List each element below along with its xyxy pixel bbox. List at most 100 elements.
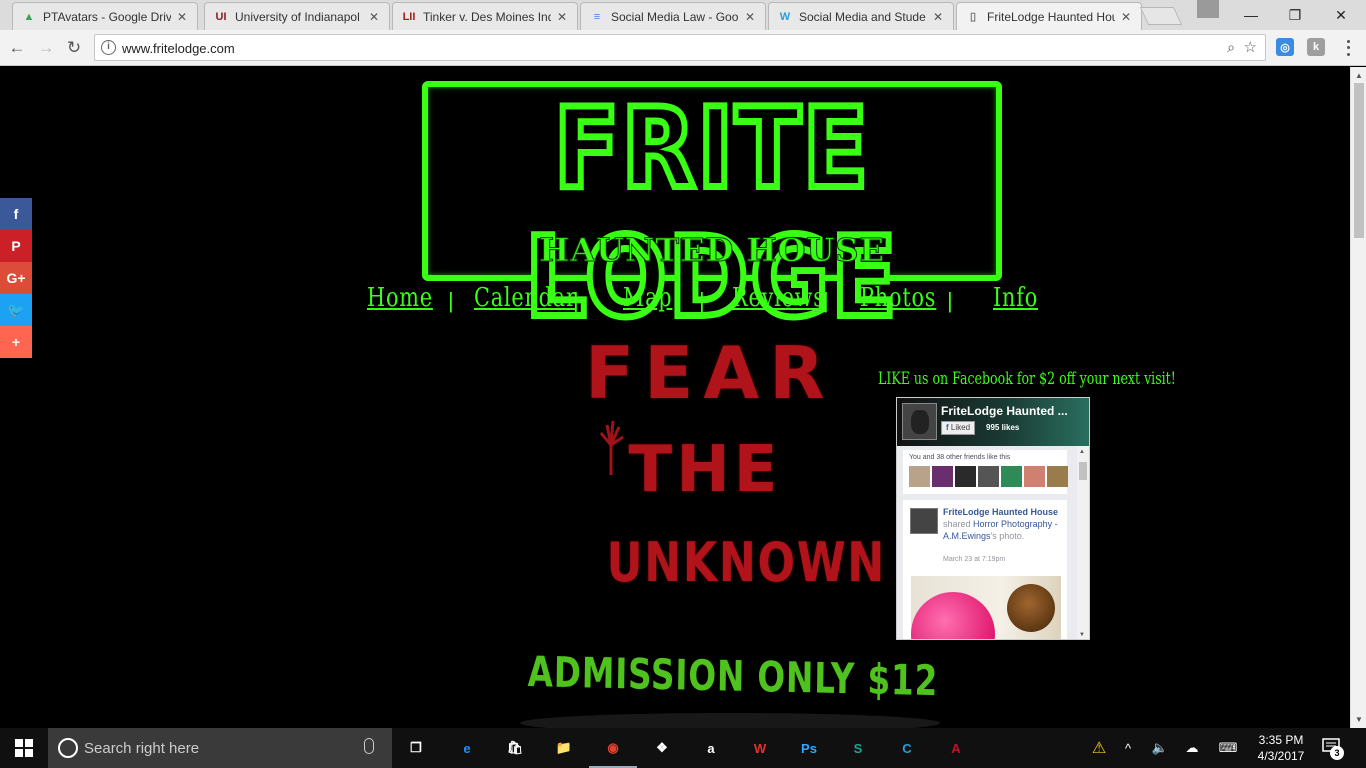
facebook-liked-button[interactable]: f Liked xyxy=(941,421,976,435)
browser-tab[interactable]: ▯ FriteLodge Haunted Hou ✕ xyxy=(956,2,1142,30)
friend-avatar[interactable] xyxy=(909,466,930,487)
facebook-page-name[interactable]: FriteLodge Haunted ... xyxy=(941,404,1081,418)
facebook-page-thumbnail[interactable] xyxy=(902,403,937,440)
volume-icon[interactable]: 🔈 xyxy=(1148,728,1172,768)
facebook-friends-box: You and 38 other friends like this xyxy=(903,450,1068,494)
facebook-post[interactable]: FriteLodge Haunted House shared Horror P… xyxy=(903,500,1067,639)
friend-avatar[interactable] xyxy=(1047,466,1068,487)
edge-icon[interactable]: e xyxy=(453,734,481,762)
pinterest-icon[interactable]: P xyxy=(0,230,32,262)
notification-count: 3 xyxy=(1330,746,1344,760)
scroll-up-arrow-icon[interactable]: ▲ xyxy=(1079,449,1085,455)
post-author[interactable]: FriteLodge Haunted House xyxy=(943,507,1058,517)
browser-tab[interactable]: LII Tinker v. Des Moines Ind ✕ xyxy=(392,2,578,30)
post-date[interactable]: March 23 at 7:19pm xyxy=(943,556,1005,563)
browser-tab[interactable]: ≡ Social Media Law - Goo ✕ xyxy=(580,2,766,30)
twitter-icon[interactable]: 🐦 xyxy=(0,294,32,326)
amazon-icon[interactable]: a xyxy=(697,734,725,762)
extension-icon-1[interactable]: ◎ xyxy=(1276,38,1294,56)
post-photo[interactable] xyxy=(911,576,1061,639)
address-bar[interactable]: i www.fritelodge.com ⌕ ☆ xyxy=(94,34,1266,61)
tab-close-icon[interactable]: ✕ xyxy=(743,10,757,24)
friend-avatar[interactable] xyxy=(1001,466,1022,487)
scroll-down-arrow-icon[interactable]: ▼ xyxy=(1079,632,1085,638)
store-icon[interactable]: 🛍 xyxy=(501,734,529,762)
friend-avatar[interactable] xyxy=(932,466,953,487)
taskbar-search-box[interactable]: Search right here xyxy=(48,728,392,768)
page-scrollbar[interactable]: ▲ ▼ xyxy=(1350,67,1366,728)
maximize-button[interactable]: ❐ xyxy=(1272,0,1318,30)
browser-tab[interactable]: W Social Media and Stude ✕ xyxy=(768,2,954,30)
search-placeholder[interactable]: Search right here xyxy=(84,740,199,757)
browser-tab[interactable]: UI University of Indianapol ✕ xyxy=(204,2,390,30)
nav-info[interactable]: Info xyxy=(993,283,1038,313)
new-tab-button[interactable] xyxy=(1139,7,1183,25)
friend-avatar[interactable] xyxy=(955,466,976,487)
tab-close-icon[interactable]: ✕ xyxy=(175,10,189,24)
file-explorer-icon[interactable]: 📁 xyxy=(550,734,578,762)
nav-separator: | xyxy=(573,288,579,313)
scroll-down-arrow-icon[interactable]: ▼ xyxy=(1355,715,1363,724)
tab-title: Social Media Law - Goo xyxy=(611,9,739,24)
action-center-icon[interactable]: 3 xyxy=(1322,738,1344,760)
taskbar-clock[interactable]: 3:35 PM 4/3/2017 xyxy=(1248,732,1314,764)
profile-icon[interactable] xyxy=(1197,0,1219,18)
zoom-icon[interactable]: ⌕ xyxy=(1227,39,1235,56)
tab-close-icon[interactable]: ✕ xyxy=(1119,10,1133,24)
facebook-page-widget[interactable]: FriteLodge Haunted ... f Liked 995 likes… xyxy=(896,397,1090,640)
back-button[interactable]: ← xyxy=(6,37,28,59)
friend-avatar[interactable] xyxy=(1024,466,1045,487)
sway-icon[interactable]: S xyxy=(844,734,872,762)
keyboard-icon[interactable]: ⌨ xyxy=(1214,728,1242,768)
nav-calendar[interactable]: Calendar xyxy=(474,283,577,313)
creative-cloud-icon[interactable]: C xyxy=(893,734,921,762)
start-button[interactable] xyxy=(0,728,48,768)
extension-icon-2[interactable]: k xyxy=(1307,38,1325,56)
browser-tab-strip: ▲ PTAvatars - Google Driv ✕ UI University of… xyxy=(0,0,1366,30)
browser-toolbar: ← → ↻ i www.fritelodge.com ⌕ ☆ ◎ k xyxy=(0,30,1366,66)
tab-close-icon[interactable]: ✕ xyxy=(367,10,381,24)
facebook-promo-text: LIKE us on Facebook for $2 off your next… xyxy=(878,369,1176,389)
google-plus-icon[interactable]: G+ xyxy=(0,262,32,294)
dropbox-icon[interactable]: ❖ xyxy=(648,734,676,762)
chrome-icon[interactable]: ◉ xyxy=(589,734,637,768)
close-window-button[interactable]: ✕ xyxy=(1318,0,1364,30)
post-suffix: 's photo. xyxy=(990,531,1025,541)
bookmark-star-icon[interactable]: ☆ xyxy=(1244,38,1257,56)
microphone-icon[interactable] xyxy=(364,738,374,754)
onedrive-icon[interactable]: ☁ xyxy=(1180,728,1204,768)
tray-chevron-icon[interactable]: ^ xyxy=(1118,728,1138,768)
nav-reviews[interactable]: Reviews xyxy=(732,283,825,313)
nav-map[interactable]: Map xyxy=(623,283,672,313)
forward-button[interactable]: → xyxy=(35,37,57,59)
nav-separator: | xyxy=(448,288,454,313)
minimize-button[interactable]: — xyxy=(1228,0,1274,30)
warning-icon[interactable]: ⚠ xyxy=(1084,728,1114,768)
nav-photos[interactable]: Photos xyxy=(860,283,936,313)
facebook-widget-header[interactable]: FriteLodge Haunted ... f Liked 995 likes xyxy=(897,398,1089,446)
site-info-icon[interactable]: i xyxy=(101,40,116,55)
facebook-icon[interactable]: f xyxy=(0,198,32,230)
photoshop-icon[interactable]: Ps xyxy=(795,734,823,762)
acrobat-icon[interactable]: A xyxy=(942,734,970,762)
site-logo[interactable]: FRITE LODGE HAUNTED HOUSE xyxy=(422,81,1002,345)
browser-menu-icon[interactable] xyxy=(1340,38,1356,58)
scrollbar-thumb[interactable] xyxy=(1354,83,1364,238)
reload-button[interactable]: ↻ xyxy=(63,37,85,59)
scroll-up-arrow-icon[interactable]: ▲ xyxy=(1355,71,1363,80)
nav-home[interactable]: Home xyxy=(367,283,433,313)
post-author-avatar[interactable] xyxy=(910,508,938,534)
url-text[interactable]: www.fritelodge.com xyxy=(122,41,235,56)
share-plus-icon[interactable]: + xyxy=(0,326,32,358)
fear-the-unknown-graphic: FEAR THE UNKNOWN xyxy=(585,331,884,627)
site-nav: Home | Calendar | Map | Reviews | Photos… xyxy=(360,283,1050,323)
browser-tab[interactable]: ▲ PTAvatars - Google Driv ✕ xyxy=(12,2,198,30)
friend-avatar[interactable] xyxy=(978,466,999,487)
cortana-icon[interactable] xyxy=(58,738,78,758)
wps-icon[interactable]: W xyxy=(746,734,774,762)
tab-close-icon[interactable]: ✕ xyxy=(931,10,945,24)
liked-label: Liked xyxy=(950,423,971,432)
tab-close-icon[interactable]: ✕ xyxy=(555,10,569,24)
task-view-icon[interactable]: ❐ xyxy=(402,734,430,762)
facebook-widget-scrollbar[interactable]: ▲ ▼ xyxy=(1077,446,1089,639)
